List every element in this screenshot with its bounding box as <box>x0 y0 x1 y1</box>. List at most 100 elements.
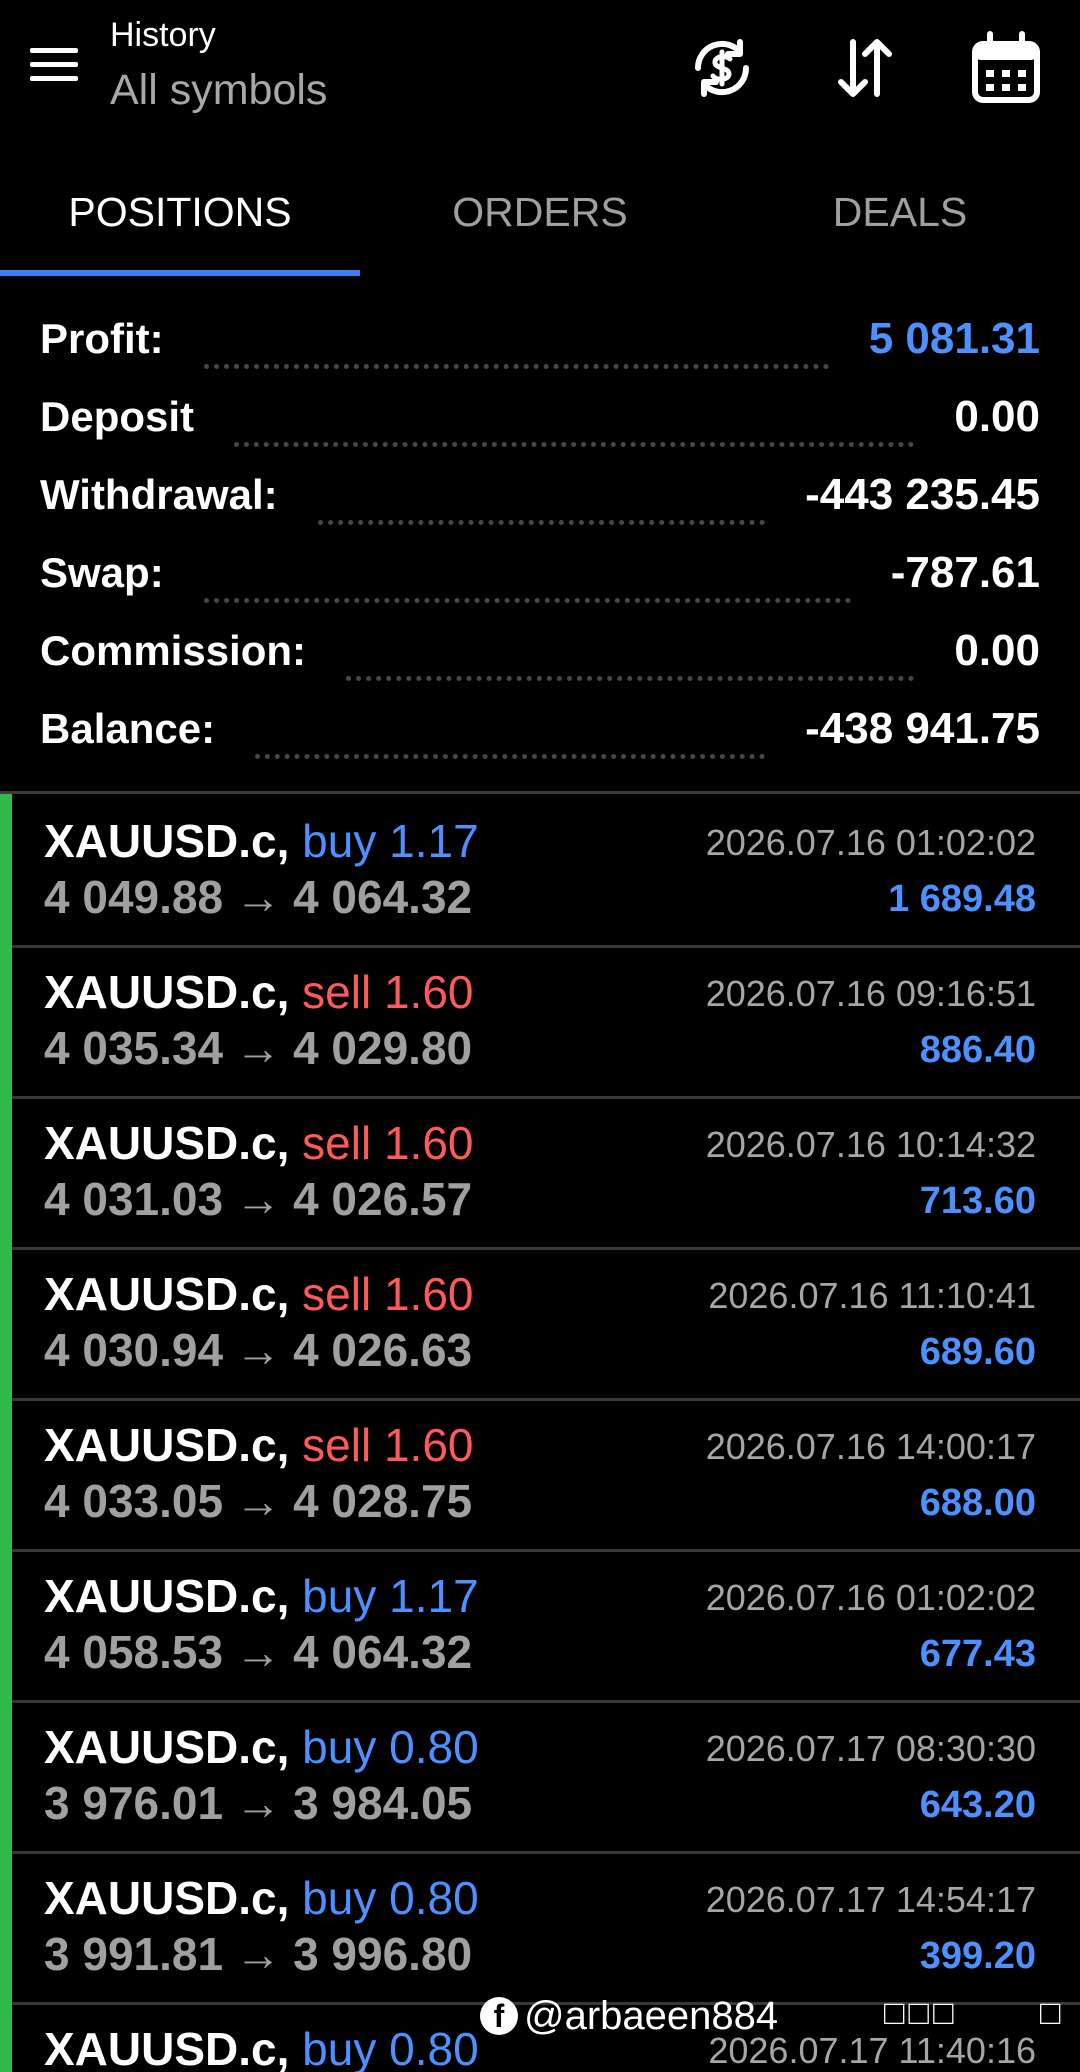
position-profit: 689.60 <box>919 1331 1036 1373</box>
watermark-glyphs: □□□ <box>884 1994 958 2032</box>
app-header: History All symbols <box>0 0 1080 150</box>
position-symbol: XAUUSD.c, <box>44 1117 290 1169</box>
swap-value: -787.61 <box>890 548 1040 597</box>
balance-label: Balance: <box>40 705 216 752</box>
position-prices: 4 035.34 → 4 029.80 <box>44 1021 472 1075</box>
close-price: 4 064.32 <box>293 1626 473 1678</box>
position-prices: 3 976.01 → 3 984.05 <box>44 1776 472 1830</box>
positions-list[interactable]: XAUUSD.c, buy 1.17 4 049.88 → 4 064.32 2026.… <box>0 794 1080 2072</box>
arrow-right-icon: → <box>235 1173 282 1225</box>
position-side: sell 1.60 <box>302 1117 474 1169</box>
sort-icon[interactable] <box>825 28 905 108</box>
close-price: 3 996.80 <box>293 1928 473 1980</box>
position-title: XAUUSD.c, buy 1.17 <box>44 1569 479 1623</box>
close-price: 4 064.32 <box>293 871 473 923</box>
position-side: buy 0.80 <box>302 1872 479 1924</box>
position-title: XAUUSD.c, buy 0.80 <box>44 1871 479 1925</box>
close-price: 3 984.05 <box>293 1777 473 1829</box>
position-prices: 4 033.05 → 4 028.75 <box>44 1474 472 1528</box>
position-symbol: XAUUSD.c, <box>44 1268 290 1320</box>
close-price: 4 029.80 <box>293 1022 473 1074</box>
position-time: 2026.07.17 14:54:17 <box>705 1879 1036 1920</box>
position-row[interactable]: XAUUSD.c, buy 1.17 4 058.53 → 4 064.32 2026.… <box>12 1549 1080 1703</box>
profit-label: Profit: <box>40 315 164 362</box>
position-profit: 677.43 <box>919 1633 1036 1675</box>
tab-orders[interactable]: ORDERS <box>360 160 720 270</box>
position-row[interactable]: XAUUSD.c, sell 1.60 4 033.05 → 4 028.75 2026… <box>12 1398 1080 1552</box>
arrow-right-icon: → <box>235 871 282 923</box>
profit-value: 5 081.31 <box>868 314 1040 363</box>
position-title: XAUUSD.c, sell 1.60 <box>44 1116 474 1170</box>
summary-withdrawal-row: Withdrawal: -443 235.45 <box>40 456 1040 534</box>
open-price: 4 058.53 <box>44 1626 224 1678</box>
open-price: 4 035.34 <box>44 1022 224 1074</box>
commission-value: 0.00 <box>954 626 1040 675</box>
commission-label: Commission: <box>40 627 307 674</box>
watermark: f @arbaeen884 <box>480 1986 778 2046</box>
symbol-filter[interactable]: All symbols <box>110 66 327 115</box>
position-title: XAUUSD.c, sell 1.60 <box>44 965 474 1019</box>
position-time: 2026.07.16 09:16:51 <box>705 973 1036 1014</box>
menu-icon[interactable] <box>22 40 88 90</box>
position-side: buy 1.17 <box>302 815 479 867</box>
position-profit: 643.20 <box>919 1784 1036 1826</box>
position-symbol: XAUUSD.c, <box>44 1419 290 1471</box>
position-time: 2026.07.16 01:02:02 <box>705 1577 1036 1618</box>
position-symbol: XAUUSD.c, <box>44 815 290 867</box>
position-symbol: XAUUSD.c, <box>44 966 290 1018</box>
position-prices: 4 030.94 → 4 026.63 <box>44 1323 472 1377</box>
close-price: 4 026.57 <box>293 1173 473 1225</box>
position-profit: 1 689.48 <box>888 878 1036 920</box>
open-price: 3 991.81 <box>44 1928 224 1980</box>
position-row[interactable]: XAUUSD.c, buy 0.80 3 976.01 → 3 984.05 2026.… <box>12 1700 1080 1854</box>
position-row[interactable]: XAUUSD.c, buy 0.80 3 991.81 → 3 996.80 2026.… <box>12 1851 1080 2005</box>
dotted-leader <box>346 634 915 681</box>
dotted-leader <box>203 322 829 369</box>
position-title: XAUUSD.c, buy 0.80 <box>44 2022 479 2072</box>
dotted-leader <box>255 712 766 759</box>
position-time: 2026.07.16 01:02:02 <box>705 822 1036 863</box>
arrow-right-icon: → <box>235 1475 282 1527</box>
active-tab-indicator <box>0 270 360 276</box>
position-prices: 4 058.53 → 4 064.32 <box>44 1625 472 1679</box>
position-time: 2026.07.16 14:00:17 <box>705 1426 1036 1467</box>
summary-profit-row: Profit: 5 081.31 <box>40 300 1040 378</box>
withdrawal-value: -443 235.45 <box>805 470 1040 519</box>
position-symbol: XAUUSD.c, <box>44 1872 290 1924</box>
swap-label: Swap: <box>40 549 164 596</box>
arrow-right-icon: → <box>235 1324 282 1376</box>
summary-balance-row: Balance: -438 941.75 <box>40 690 1040 768</box>
open-price: 4 049.88 <box>44 871 224 923</box>
arrow-right-icon: → <box>235 1626 282 1678</box>
dotted-leader <box>234 400 915 447</box>
watermark-glyph: □ <box>1040 1994 1061 2032</box>
balance-value: -438 941.75 <box>805 704 1040 753</box>
tab-positions[interactable]: POSITIONS <box>0 160 360 270</box>
position-title: XAUUSD.c, sell 1.60 <box>44 1418 474 1472</box>
position-time: 2026.07.17 08:30:30 <box>705 1728 1036 1769</box>
calendar-icon[interactable] <box>966 28 1046 108</box>
tab-bar: POSITIONS ORDERS DEALS <box>0 160 1080 276</box>
close-price: 4 026.63 <box>293 1324 473 1376</box>
watermark-text: @arbaeen884 <box>524 1993 779 2038</box>
position-symbol: XAUUSD.c, <box>44 1721 290 1773</box>
dotted-leader <box>203 556 851 603</box>
position-row[interactable]: XAUUSD.c, sell 1.60 4 031.03 → 4 026.57 2026… <box>12 1096 1080 1250</box>
position-row[interactable]: XAUUSD.c, sell 1.60 4 030.94 → 4 026.63 2026… <box>12 1247 1080 1401</box>
currency-sync-icon[interactable] <box>682 28 762 108</box>
deposit-label: Deposit <box>40 393 195 440</box>
position-symbol: XAUUSD.c, <box>44 1570 290 1622</box>
position-side: sell 1.60 <box>302 1419 474 1471</box>
tab-deals[interactable]: DEALS <box>720 160 1080 270</box>
position-title: XAUUSD.c, buy 1.17 <box>44 814 479 868</box>
position-side: buy 0.80 <box>302 2023 479 2072</box>
page-title: History <box>110 16 216 54</box>
summary-commission-row: Commission: 0.00 <box>40 612 1040 690</box>
position-profit: 713.60 <box>919 1180 1036 1222</box>
position-symbol: XAUUSD.c, <box>44 2023 290 2072</box>
summary-deposit-row: Deposit 0.00 <box>40 378 1040 456</box>
position-row[interactable]: XAUUSD.c, buy 1.17 4 049.88 → 4 064.32 2026.… <box>12 794 1080 948</box>
position-row[interactable]: XAUUSD.c, sell 1.60 4 035.34 → 4 029.80 2026… <box>12 945 1080 1099</box>
position-profit: 886.40 <box>919 1029 1036 1071</box>
position-time: 2026.07.16 10:14:32 <box>705 1124 1036 1165</box>
